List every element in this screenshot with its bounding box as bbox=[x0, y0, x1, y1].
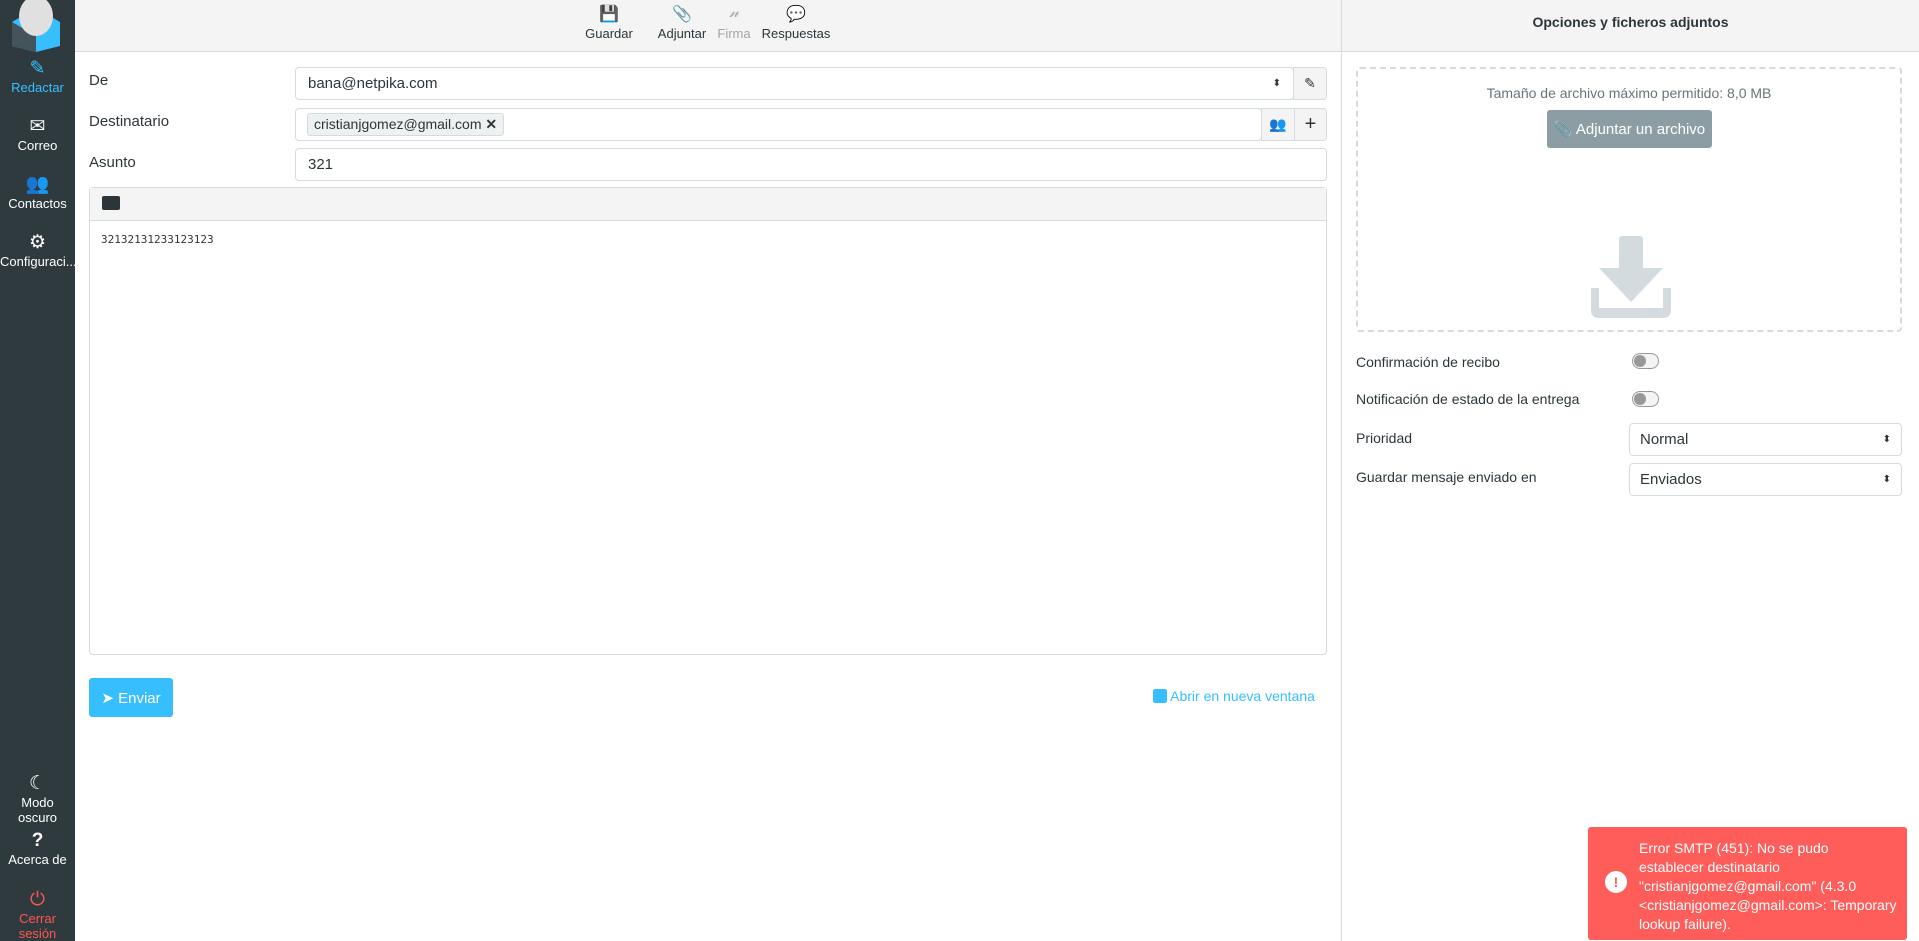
priority-label: Prioridad bbox=[1356, 430, 1413, 446]
address-book-button[interactable]: 👥 bbox=[1261, 108, 1295, 141]
nav-label: Cerrar sesión bbox=[18, 911, 57, 941]
exclamation-icon: ! bbox=[1605, 871, 1627, 893]
priority-value: Normal bbox=[1640, 431, 1689, 448]
dsn-label: Notificación de estado de la entrega bbox=[1356, 391, 1580, 407]
sidebar: ✎ Redactar ✉ Correo 👥 Contactos ⚙ Configurac… bbox=[0, 0, 77, 941]
plus-icon: + bbox=[1304, 113, 1317, 135]
message-body[interactable]: 32132131233123123 bbox=[90, 221, 1326, 258]
paper-plane-icon: ➤ bbox=[101, 689, 114, 707]
moon-icon: ☾ bbox=[28, 773, 47, 794]
pencil-icon: ✎ bbox=[1304, 75, 1316, 91]
nav-contacts[interactable]: 👥 Contactos bbox=[0, 174, 75, 211]
attach-label: Adjuntar bbox=[657, 26, 707, 41]
sort-icon: ⬍ bbox=[1882, 434, 1891, 445]
responses-label: Respuestas bbox=[761, 26, 831, 41]
nav-label: Modo oscuro bbox=[17, 795, 58, 825]
download-icon bbox=[1591, 236, 1671, 318]
editor-toolbar bbox=[90, 188, 1326, 221]
signature-button[interactable]: 𝓃 Firma bbox=[717, 4, 750, 41]
nav-label: Acerca de bbox=[8, 852, 67, 867]
subject-input[interactable]: 321 bbox=[295, 148, 1327, 181]
new-window-label: Abrir en nueva ventana bbox=[1170, 688, 1315, 704]
responses-button[interactable]: 💬 Respuestas bbox=[762, 4, 831, 41]
attach-file-label: Adjuntar un archivo bbox=[1575, 121, 1706, 138]
toolbar: 💾 Guardar 📎 Adjuntar 𝓃 Firma 💬 Respuestas bbox=[75, 0, 1342, 52]
question-icon: ? bbox=[31, 830, 44, 851]
error-toast[interactable]: ! Error SMTP (451): No se pudo establece… bbox=[1588, 827, 1907, 940]
nav-label: Redactar bbox=[11, 80, 64, 95]
edit-identity-button[interactable]: ✎ bbox=[1293, 67, 1327, 100]
attachment-dropzone[interactable]: Tamaño de archivo máximo permitido: 8,0 … bbox=[1356, 67, 1902, 332]
from-label: De bbox=[89, 72, 109, 89]
nav-about[interactable]: ? Acerca de bbox=[0, 830, 75, 867]
sort-icon: ⬍ bbox=[1272, 78, 1281, 89]
external-window-icon bbox=[1153, 689, 1167, 703]
save-button[interactable]: 💾 Guardar bbox=[585, 4, 633, 41]
dsn-toggle[interactable] bbox=[1632, 391, 1659, 407]
save-folder-value: Enviados bbox=[1640, 471, 1702, 488]
comment-icon: 💬 bbox=[786, 6, 806, 23]
attach-file-button[interactable]: 📎 Adjuntar un archivo bbox=[1547, 110, 1712, 148]
subject-label: Asunto bbox=[89, 154, 136, 171]
send-button[interactable]: ➤ Enviar bbox=[89, 678, 173, 717]
max-size-text: Tamaño de archivo máximo permitido: 8,0 … bbox=[1486, 85, 1772, 101]
remove-recipient-icon[interactable]: ✕ bbox=[485, 116, 497, 132]
recipient-chip: cristianjgomez@gmail.com ✕ bbox=[307, 113, 505, 136]
save-label: Guardar bbox=[585, 26, 633, 41]
to-label: Destinatario bbox=[89, 113, 170, 130]
envelope-icon: ✉ bbox=[29, 116, 46, 137]
to-input[interactable]: cristianjgomez@gmail.com ✕ bbox=[295, 108, 1262, 141]
save-folder-label: Guardar mensaje enviado en bbox=[1356, 469, 1537, 485]
image-icon[interactable] bbox=[102, 196, 120, 210]
nav-label: Contactos bbox=[8, 196, 67, 211]
floppy-icon: 💾 bbox=[599, 6, 619, 23]
open-new-window-link[interactable]: Abrir en nueva ventana bbox=[1153, 688, 1315, 704]
subject-value: 321 bbox=[308, 156, 334, 173]
logo bbox=[12, 0, 60, 52]
recipient-address: cristianjgomez@gmail.com bbox=[314, 116, 482, 132]
paperclip-icon: 📎 bbox=[1553, 121, 1573, 138]
nav-label: Configuraci... bbox=[0, 254, 77, 269]
priority-select[interactable]: Normal ⬍ bbox=[1629, 423, 1902, 456]
save-folder-select[interactable]: Enviados ⬍ bbox=[1629, 463, 1902, 496]
receipt-toggle[interactable] bbox=[1632, 353, 1659, 369]
error-message: Error SMTP (451): No se pudo establecer … bbox=[1639, 840, 1897, 932]
gear-icon: ⚙ bbox=[28, 232, 47, 253]
nav-mail[interactable]: ✉ Correo bbox=[0, 116, 75, 153]
sort-icon: ⬍ bbox=[1882, 474, 1891, 485]
nav-logout[interactable]: ⏻ Cerrar sesión bbox=[0, 889, 75, 941]
signature-icon: 𝓃 bbox=[729, 4, 739, 21]
compose-icon: ✎ bbox=[29, 58, 46, 79]
paperclip-icon: 📎 bbox=[672, 6, 692, 23]
options-title: Opciones y ficheros adjuntos bbox=[1342, 0, 1919, 52]
message-editor[interactable]: 32132131233123123 bbox=[89, 187, 1327, 655]
nav-settings[interactable]: ⚙ Configuraci... bbox=[0, 232, 77, 269]
nav-dark-mode[interactable]: ☾ Modo oscuro bbox=[0, 773, 75, 825]
users-icon: 👥 bbox=[1269, 116, 1287, 132]
from-value: bana@netpika.com bbox=[308, 75, 438, 92]
receipt-label: Confirmación de recibo bbox=[1356, 354, 1500, 370]
power-icon: ⏻ bbox=[29, 889, 46, 910]
nav-compose[interactable]: ✎ Redactar bbox=[0, 58, 75, 95]
send-label: Enviar bbox=[118, 689, 161, 707]
nav-label: Correo bbox=[17, 138, 58, 153]
from-select[interactable]: bana@netpika.com ⬍ bbox=[295, 67, 1294, 100]
signature-label: Firma bbox=[717, 26, 751, 41]
users-icon: 👥 bbox=[25, 174, 50, 195]
attach-button[interactable]: 📎 Adjuntar bbox=[658, 4, 706, 41]
add-header-button[interactable]: + bbox=[1294, 108, 1327, 141]
